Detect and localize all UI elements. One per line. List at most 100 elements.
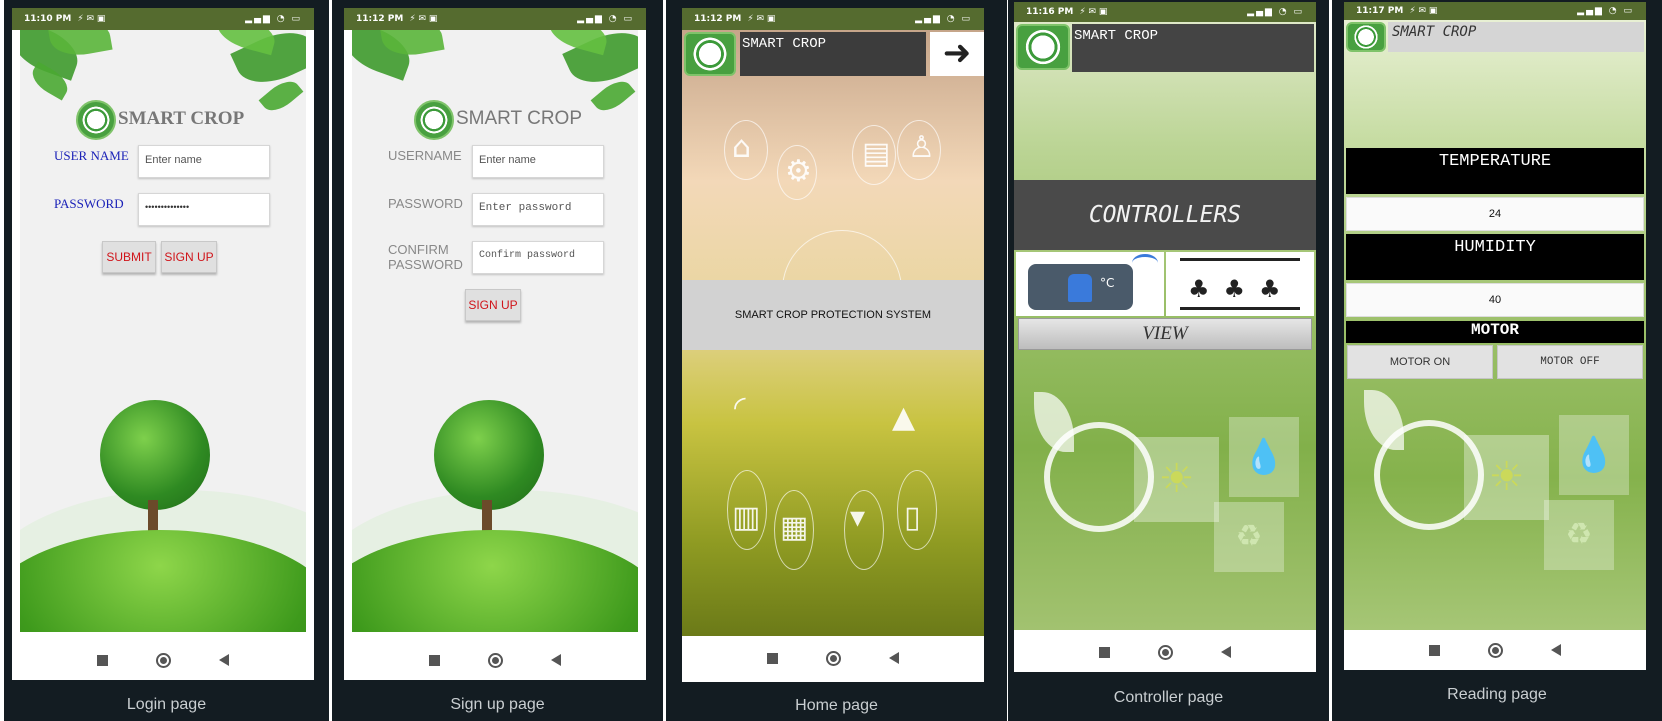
home-icon[interactable] bbox=[156, 652, 171, 668]
navigation-bar bbox=[1014, 632, 1316, 672]
tractor-icon: ⚙ bbox=[785, 154, 812, 189]
reading-phone: 11:17 PM ⚡ ✉ ▣ ▂▄▆ ◔ ▭ SMART CROP TEMPER… bbox=[1344, 2, 1646, 670]
app-logo-icon bbox=[76, 100, 116, 140]
confirm-password-label: CONFIRM PASSWORD bbox=[388, 242, 463, 272]
app-title: SMART CROP bbox=[1388, 22, 1644, 52]
panel-caption: Home page bbox=[795, 697, 878, 714]
chart-icon: ▥ bbox=[732, 500, 761, 535]
recycle-tile: ♻ bbox=[1544, 500, 1614, 570]
notification-icons: ⚡ ✉ ▣ bbox=[1079, 7, 1108, 17]
wifi-signal-icon bbox=[1132, 254, 1158, 272]
recycle-tile: ♻ bbox=[1214, 502, 1284, 572]
username-input[interactable]: Enter name bbox=[472, 145, 604, 178]
sun-tile: ☀ bbox=[1464, 435, 1549, 520]
signal-battery-icon: ▂▄▆ ◔ ▭ bbox=[1577, 6, 1634, 16]
status-time: 11:16 PM bbox=[1026, 7, 1074, 17]
app-title: SMART CROP bbox=[1072, 24, 1314, 72]
app-logo-icon bbox=[414, 100, 454, 140]
status-bar: 11:17 PM ⚡ ✉ ▣ ▂▄▆ ◔ ▭ bbox=[1344, 2, 1646, 20]
reading-panel: 11:17 PM ⚡ ✉ ▣ ▂▄▆ ◔ ▭ SMART CROP TEMPER… bbox=[1332, 0, 1662, 721]
status-bar: 11:10 PM ⚡ ✉ ▣ ▂▄▆ ◔ ▭ bbox=[12, 8, 314, 30]
home-screen: SMART CROP ➜ ⌂ ⚙ ▤ ♙ SMART CROP PROTECTI… bbox=[682, 30, 984, 636]
home-phone: 11:12 PM ⚡ ✉ ▣ ▂▄▆ ◔ ▭ SMART CROP ➜ ⌂ ⚙ … bbox=[682, 8, 984, 682]
panel-caption: Sign up page bbox=[450, 696, 545, 713]
controllers-title-bar: CONTROLLERS bbox=[1014, 180, 1316, 250]
logout-button[interactable]: ➜ bbox=[930, 32, 984, 76]
signup-button[interactable]: SIGN UP bbox=[161, 241, 217, 273]
worker-icon: ♙ bbox=[908, 130, 935, 165]
home-icon[interactable] bbox=[1488, 642, 1503, 658]
plant-row: ♣♣♣ bbox=[1188, 275, 1295, 303]
motor-on-button[interactable]: MOTOR ON bbox=[1347, 345, 1493, 379]
signal-battery-icon: ▂▄▆ ◔ ▭ bbox=[915, 14, 972, 24]
recents-icon[interactable] bbox=[767, 652, 778, 664]
back-icon[interactable] bbox=[551, 654, 561, 666]
warehouse-icon: ▦ bbox=[780, 510, 809, 545]
reading-screen: SMART CROP TEMPERATURE 24 HUMIDITY 40 MO… bbox=[1344, 20, 1646, 630]
navigation-bar bbox=[12, 640, 314, 680]
status-bar: 11:16 PM ⚡ ✉ ▣ ▂▄▆ ◔ ▭ bbox=[1014, 2, 1316, 22]
status-bar: 11:12 PM ⚡ ✉ ▣ ▂▄▆ ◔ ▭ bbox=[344, 8, 646, 30]
temperature-control-tile[interactable]: °C bbox=[1016, 252, 1164, 316]
leaf-illustration bbox=[1034, 392, 1074, 452]
back-icon[interactable] bbox=[1221, 646, 1231, 658]
controller-screen: SMART CROP CONTROLLERS °C ♣♣♣ VIEW ☀ 💧 ♻ bbox=[1014, 22, 1316, 630]
farm-icon: ⌂ bbox=[732, 130, 752, 165]
navigation-bar bbox=[344, 640, 646, 680]
irrigation-control-tile[interactable]: ♣♣♣ bbox=[1166, 252, 1314, 316]
motor-off-button[interactable]: MOTOR OFF bbox=[1497, 345, 1643, 379]
app-logo-icon bbox=[1346, 22, 1386, 52]
home-panel: 11:12 PM ⚡ ✉ ▣ ▂▄▆ ◔ ▭ SMART CROP ➜ ⌂ ⚙ … bbox=[666, 0, 1007, 721]
recents-icon[interactable] bbox=[97, 654, 108, 666]
sprayer-icon: ▾ bbox=[850, 500, 866, 535]
controller-phone: 11:16 PM ⚡ ✉ ▣ ▂▄▆ ◔ ▭ SMART CROP CONTRO… bbox=[1014, 2, 1316, 672]
drop-tile: 💧 bbox=[1559, 415, 1629, 495]
panel-caption: Controller page bbox=[1113, 689, 1224, 706]
password-input[interactable]: •••••••••••••• bbox=[138, 193, 270, 226]
back-icon[interactable] bbox=[219, 654, 229, 666]
back-icon[interactable] bbox=[889, 652, 899, 664]
home-icon[interactable] bbox=[488, 652, 503, 668]
status-time: 11:12 PM bbox=[694, 14, 742, 24]
confirm-label-line2: PASSWORD bbox=[388, 257, 463, 272]
app-title: SMART CROP bbox=[118, 108, 245, 129]
thermostat-display bbox=[1068, 274, 1092, 302]
controllers-title: CONTROLLERS bbox=[1088, 202, 1242, 228]
controller-panel: 11:16 PM ⚡ ✉ ▣ ▂▄▆ ◔ ▭ SMART CROP CONTRO… bbox=[1008, 0, 1329, 721]
notification-icons: ⚡ ✉ ▣ bbox=[747, 14, 776, 24]
view-button[interactable]: VIEW bbox=[1018, 318, 1312, 350]
back-icon[interactable] bbox=[1551, 644, 1561, 656]
recents-icon[interactable] bbox=[1429, 644, 1440, 656]
view-label: VIEW bbox=[1142, 323, 1188, 344]
signup-phone: 11:12 PM ⚡ ✉ ▣ ▂▄▆ ◔ ▭ SMART CROP USERNA… bbox=[344, 8, 646, 680]
submit-button[interactable]: SUBMIT bbox=[102, 241, 156, 273]
status-time: 11:17 PM bbox=[1356, 6, 1404, 16]
signup-screen: SMART CROP USERNAME Enter name PASSWORD … bbox=[352, 30, 638, 632]
navigation-bar bbox=[682, 638, 984, 678]
home-icon[interactable] bbox=[826, 650, 841, 666]
hill-illustration bbox=[352, 530, 638, 632]
login-phone: 11:10 PM ⚡ ✉ ▣ ▂▄▆ ◔ ▭ SMART CROP USER N… bbox=[12, 8, 314, 680]
motor-header: MOTOR bbox=[1346, 321, 1644, 343]
confirm-label-line1: CONFIRM bbox=[388, 242, 449, 257]
notification-icons: ⚡ ✉ ▣ bbox=[1409, 6, 1438, 16]
recents-icon[interactable] bbox=[1099, 646, 1110, 658]
banner-text: SMART CROP PROTECTION SYSTEM bbox=[734, 309, 932, 321]
confirm-password-input[interactable]: Confirm password bbox=[472, 241, 604, 274]
tree-illustration bbox=[434, 400, 544, 510]
panel-caption: Login page bbox=[126, 696, 207, 713]
signup-panel: 11:12 PM ⚡ ✉ ▣ ▂▄▆ ◔ ▭ SMART CROP USERNA… bbox=[332, 0, 663, 721]
status-time: 11:10 PM bbox=[24, 14, 72, 24]
bottle-icon: ▯ bbox=[904, 500, 921, 535]
signal-battery-icon: ▂▄▆ ◔ ▭ bbox=[577, 14, 634, 24]
app-title: SMART CROP bbox=[740, 32, 926, 76]
recents-icon[interactable] bbox=[429, 654, 440, 666]
status-time: 11:12 PM bbox=[356, 14, 404, 24]
home-icon[interactable] bbox=[1158, 644, 1173, 660]
username-input[interactable]: Enter name bbox=[138, 145, 270, 178]
password-input[interactable]: Enter password bbox=[472, 193, 604, 226]
thermostat-unit: °C bbox=[1100, 276, 1115, 290]
username-label: USER NAME bbox=[54, 148, 129, 163]
humidity-value: 40 bbox=[1346, 283, 1644, 317]
signup-button[interactable]: SIGN UP bbox=[465, 289, 521, 321]
